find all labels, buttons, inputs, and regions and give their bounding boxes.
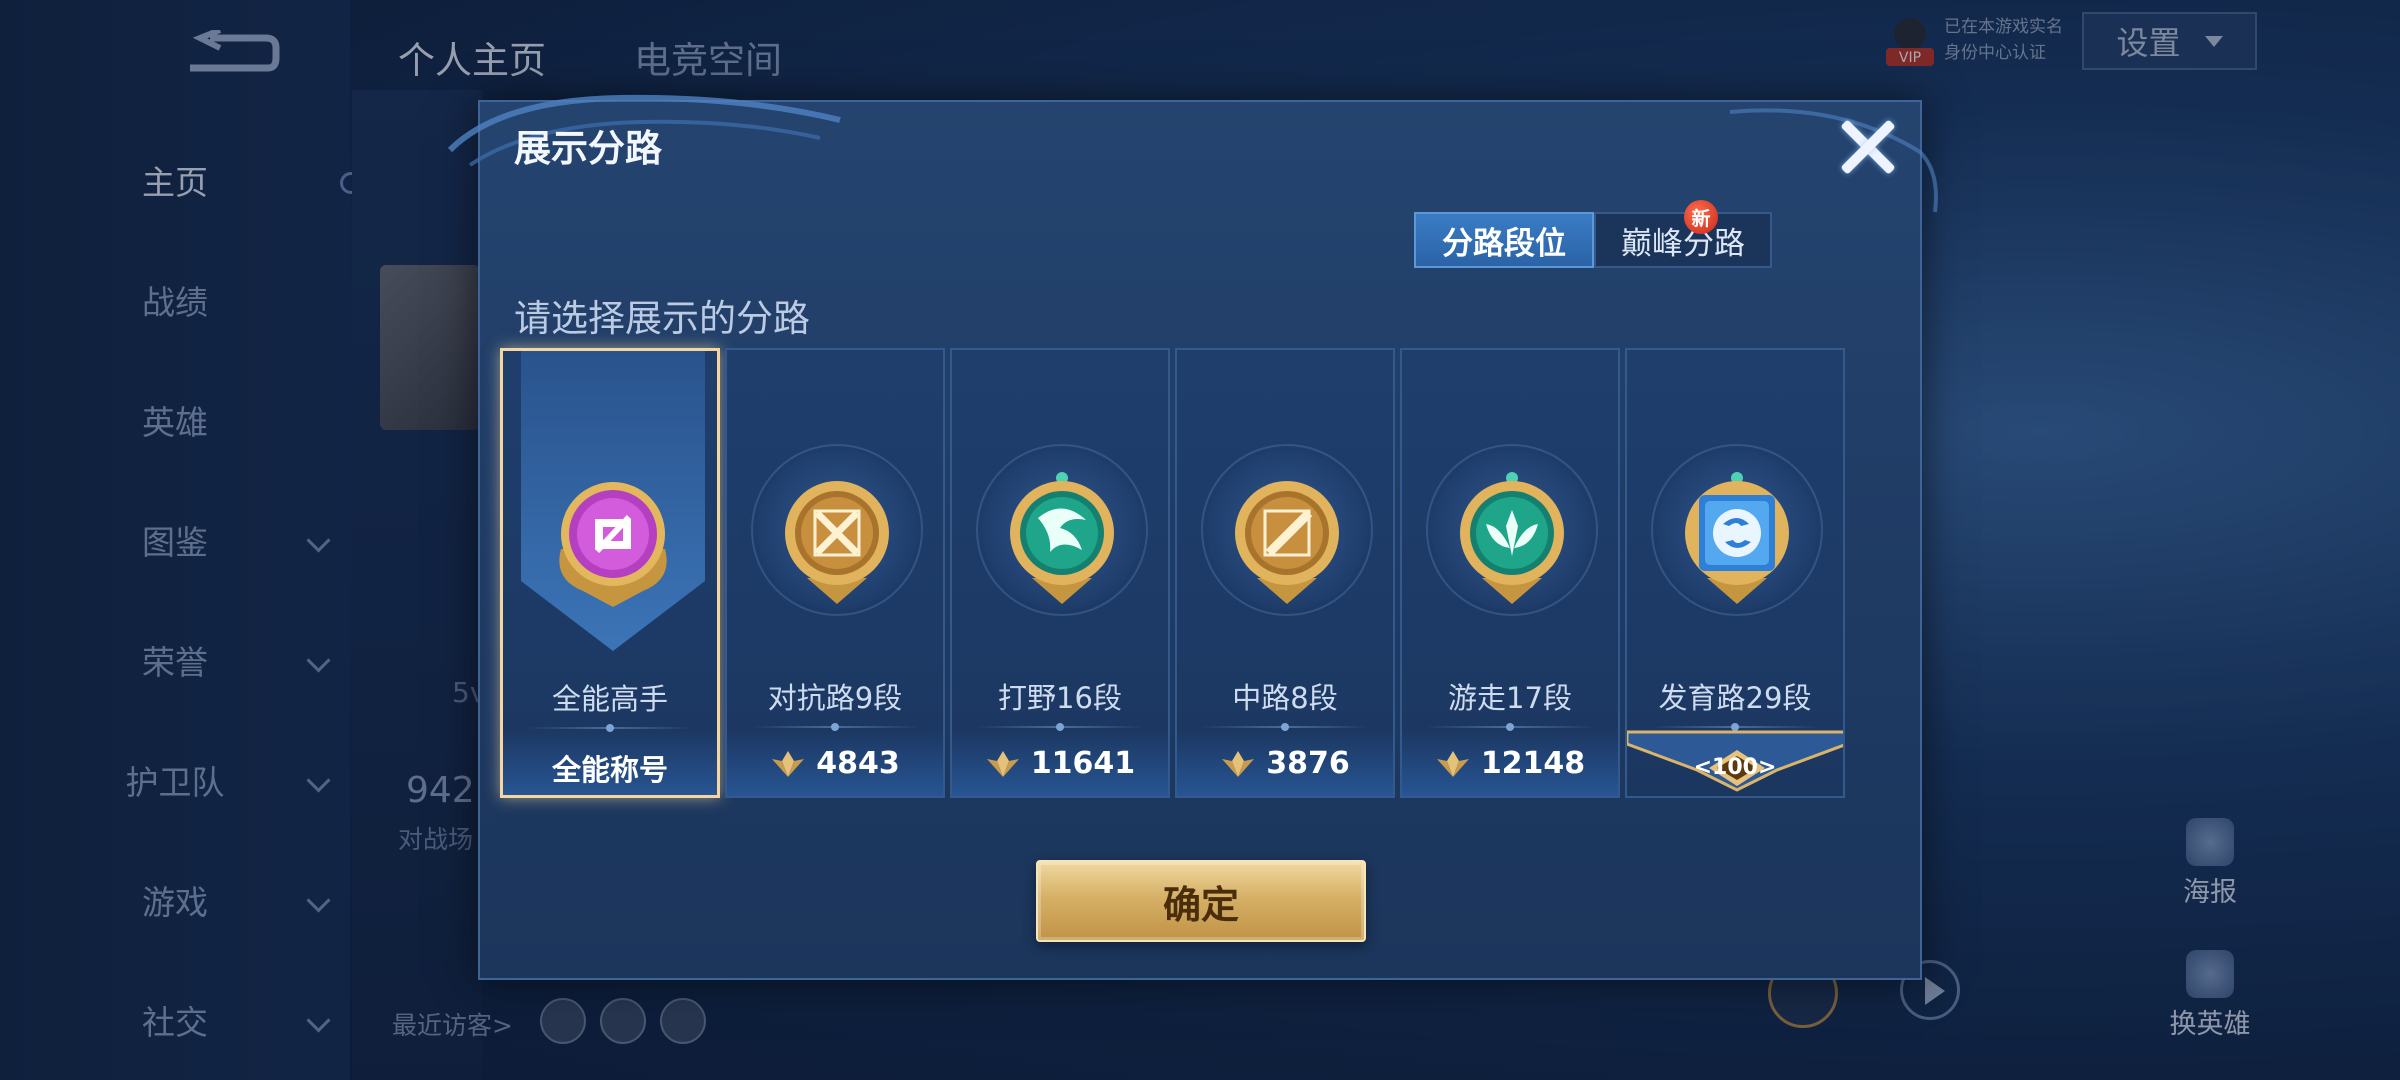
points-value: 12148: [1480, 746, 1586, 781]
lane-rank-label: 对抗路9段: [767, 681, 903, 715]
points-value: 3876: [1266, 746, 1350, 781]
divider: [1201, 723, 1369, 731]
points-value: 4843: [816, 746, 900, 781]
lane-points: 3876: [1177, 746, 1393, 781]
mid-lane-emblem-icon: [1235, 481, 1339, 604]
power-points-icon: [986, 750, 1019, 777]
peak-number: 100: [1712, 755, 1758, 780]
dialog-title: 展示分路: [514, 127, 662, 170]
clash-lane-emblem-icon: [785, 481, 889, 604]
lane-display-dialog: 展示分路 分路段位 巅峰分路 新 请选择展示的分路 全能高手 全能称号 对抗路9…: [447, 94, 1938, 980]
wing-ornament-icon: [1729, 108, 1938, 213]
confirm-button[interactable]: 确定: [1036, 860, 1366, 942]
lane-card-all-round[interactable]: 全能高手 全能称号: [500, 348, 720, 798]
power-points-icon: [1222, 750, 1255, 777]
lane-card-roam[interactable]: 游走17段 12148: [1400, 348, 1620, 798]
lane-rank-label: 打野16段: [998, 681, 1122, 715]
jungle-emblem-icon: [1010, 472, 1114, 604]
new-badge: 新: [1684, 200, 1718, 234]
lane-rank-label: 发育路29段: [1658, 681, 1812, 715]
lane-points: 4843: [727, 746, 943, 781]
close-icon[interactable]: [1836, 114, 1900, 178]
lane-points: 11641: [952, 746, 1168, 781]
points-value: 11641: [1030, 746, 1136, 781]
lane-rank-label: 游走17段: [1448, 681, 1572, 715]
lane-rank-label: 全能高手: [551, 682, 668, 716]
confirm-label: 确定: [1162, 882, 1239, 927]
power-points-icon: [1436, 750, 1469, 777]
peak-value: <100>: [1693, 755, 1777, 780]
divider: [1426, 723, 1594, 731]
divider: [751, 723, 919, 731]
roam-emblem-icon: [1460, 472, 1564, 604]
lane-rank-label: 中路8段: [1232, 681, 1338, 715]
farm-lane-emblem-icon: [1685, 472, 1789, 604]
divider: [1651, 723, 1819, 731]
lane-points: 12148: [1402, 746, 1618, 781]
lane-card-jungle[interactable]: 打野16段 11641: [950, 348, 1170, 798]
title-label: 全能称号: [551, 753, 668, 787]
select-prompt: 请选择展示的分路: [514, 297, 810, 340]
tab-lane-rank[interactable]: 分路段位: [1414, 212, 1594, 268]
all-round-emblem-icon: [559, 482, 667, 607]
lane-card-mid[interactable]: 中路8段 3876: [1175, 348, 1395, 798]
lane-card-clash[interactable]: 对抗路9段 4843: [725, 348, 945, 798]
power-points-icon: [772, 750, 805, 777]
divider: [976, 723, 1144, 731]
tab-peak-lane[interactable]: 巅峰分路: [1594, 212, 1772, 268]
lane-card-farm[interactable]: 发育路29段 <100>: [1625, 348, 1845, 798]
